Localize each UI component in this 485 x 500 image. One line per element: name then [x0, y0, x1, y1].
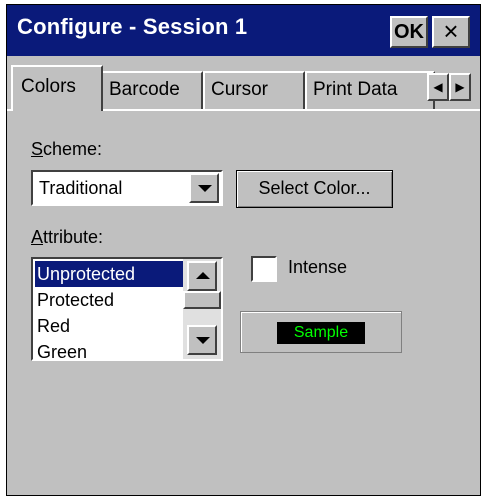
tab-barcode-label: Barcode — [109, 79, 180, 100]
scroll-down-button[interactable] — [187, 325, 217, 355]
scheme-dropdown[interactable]: Traditional — [31, 170, 223, 206]
configure-window: Configure - Session 1 OK × Barcode Curso… — [6, 4, 481, 496]
title-bar: Configure - Session 1 OK × — [7, 5, 480, 56]
intense-label[interactable]: Intense — [288, 257, 347, 278]
tab-cursor-label: Cursor — [211, 79, 269, 100]
chevron-down-icon — [196, 337, 210, 344]
attribute-scrollbar[interactable] — [183, 259, 221, 359]
tab-print-data-label: Print Data — [313, 79, 398, 100]
attribute-listbox[interactable]: Unprotected Protected Red Green — [31, 257, 223, 361]
ok-button[interactable]: OK — [390, 16, 428, 48]
select-color-button[interactable]: Select Color... — [236, 170, 393, 208]
scroll-thumb[interactable] — [183, 291, 221, 309]
list-item-unprotected[interactable]: Unprotected — [35, 261, 183, 287]
sample-text: Sample — [277, 322, 365, 344]
tab-cursor[interactable]: Cursor — [203, 71, 305, 109]
tab-scroll-left-button[interactable]: ◀ — [427, 73, 449, 101]
tab-scroll-right-button[interactable]: ▶ — [449, 73, 471, 101]
list-item-green[interactable]: Green — [35, 339, 183, 359]
chevron-up-icon — [196, 272, 210, 279]
sample-preview: Sample — [240, 311, 402, 353]
scheme-label: Scheme: — [31, 139, 103, 159]
tab-print-data[interactable]: Print Data — [305, 71, 435, 109]
tab-colors[interactable]: Colors — [11, 65, 103, 111]
scroll-up-button[interactable] — [187, 261, 217, 291]
list-item-protected[interactable]: Protected — [35, 287, 183, 313]
close-button[interactable]: × — [432, 16, 470, 48]
chevron-down-icon — [198, 185, 212, 192]
scheme-value: Traditional — [39, 178, 123, 198]
tab-colors-label: Colors — [21, 76, 76, 97]
tab-barcode[interactable]: Barcode — [101, 71, 203, 109]
intense-checkbox[interactable] — [251, 256, 277, 282]
window-title: Configure - Session 1 — [17, 14, 248, 39]
scheme-dropdown-button[interactable] — [189, 173, 219, 203]
attribute-label: Attribute: — [31, 227, 104, 247]
list-item-red[interactable]: Red — [35, 313, 183, 339]
